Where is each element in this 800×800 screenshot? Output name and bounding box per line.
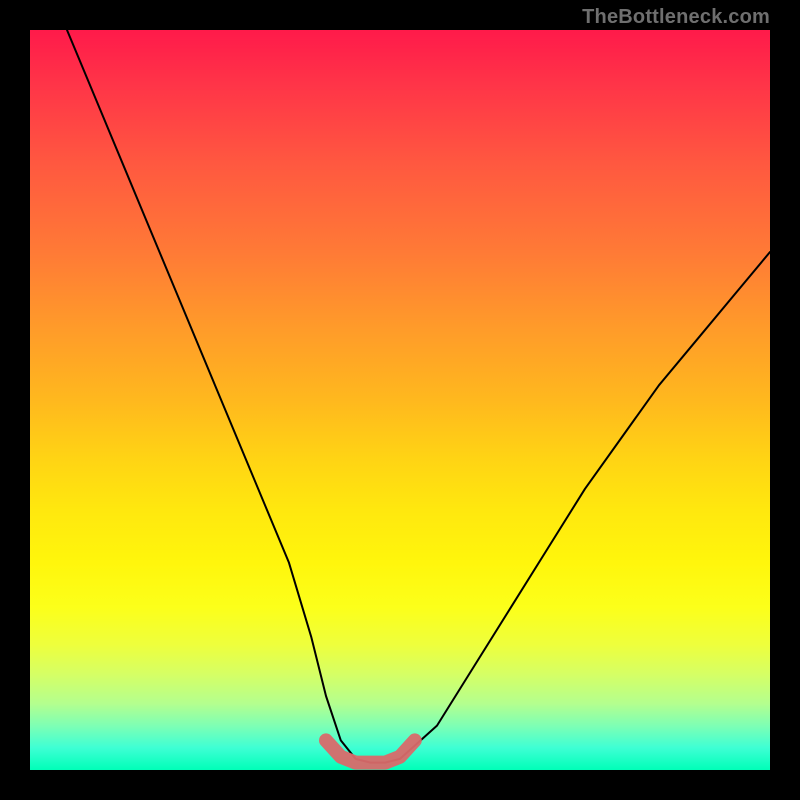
curve-line [67, 30, 770, 763]
chart-svg [30, 30, 770, 770]
watermark-text: TheBottleneck.com [582, 6, 770, 29]
highlight-band [326, 740, 415, 762]
chart-canvas [30, 30, 770, 770]
